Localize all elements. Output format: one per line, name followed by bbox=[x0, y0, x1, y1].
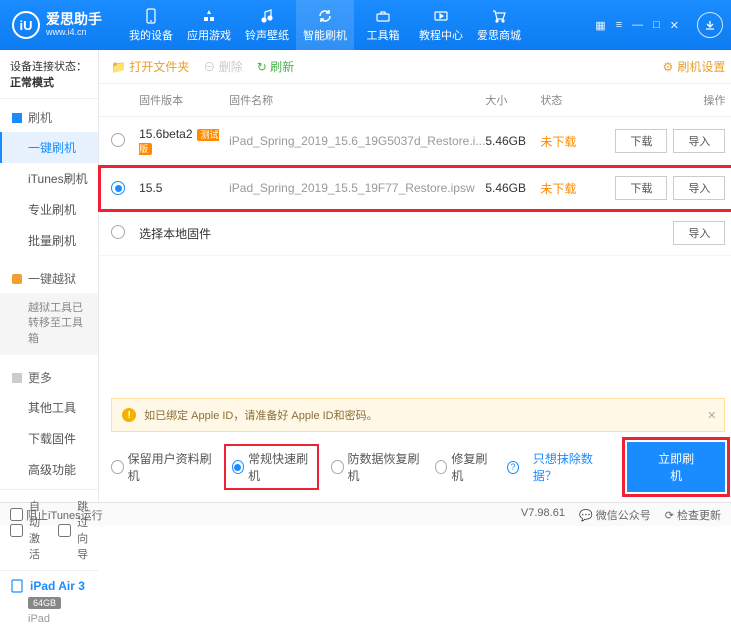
block-itunes-checkbox[interactable] bbox=[10, 508, 23, 521]
status-bar: 阻止iTunes运行 V7.98.61 💬 微信公众号 ⟳ 检查更新 bbox=[0, 502, 731, 526]
radio-icon bbox=[111, 460, 124, 474]
appleid-warning: ! 如已绑定 Apple ID，请准备好 Apple ID和密码。 ✕ bbox=[111, 398, 725, 432]
main-panel: 📁 打开文件夹 ⊖ 删除 ↻ 刷新 ⚙ 刷机设置 固件版本 固件名称 大小 状态… bbox=[99, 50, 731, 502]
nav-toolbox[interactable]: 工具箱 bbox=[354, 0, 412, 50]
import-button[interactable]: 导入 bbox=[673, 176, 725, 200]
table-row[interactable]: 15.6beta2测试版 iPad_Spring_2019_15.6_19G50… bbox=[99, 117, 731, 166]
app-url: www.i4.cn bbox=[46, 28, 102, 38]
opt-anti-recovery[interactable]: 防数据恢复刷机 bbox=[331, 450, 421, 484]
sidebar-item-download-fw[interactable]: 下载固件 bbox=[0, 423, 98, 454]
opt-normal-fast[interactable]: 常规快速刷机 bbox=[226, 446, 317, 488]
nav-my-device[interactable]: 我的设备 bbox=[122, 0, 180, 50]
device-name[interactable]: iPad Air 3 bbox=[30, 579, 85, 593]
info-icon[interactable]: ? bbox=[507, 461, 519, 474]
import-button[interactable]: 导入 bbox=[673, 129, 725, 153]
app-name: 爱思助手 bbox=[46, 12, 102, 27]
sidebar-item-itunes-flash[interactable]: iTunes刷机 bbox=[0, 163, 98, 194]
table-row[interactable]: 15.5 iPad_Spring_2019_15.5_19F77_Restore… bbox=[99, 166, 731, 211]
nav-ringtones[interactable]: 铃声壁纸 bbox=[238, 0, 296, 50]
row-radio[interactable] bbox=[111, 133, 125, 147]
row-radio[interactable] bbox=[111, 225, 125, 239]
nav-apps[interactable]: 应用游戏 bbox=[180, 0, 238, 50]
video-icon bbox=[432, 7, 450, 25]
close-warning-icon[interactable]: ✕ bbox=[707, 409, 716, 422]
minimize-icon[interactable]: — bbox=[632, 19, 643, 31]
sidebar-item-pro-flash[interactable]: 专业刷机 bbox=[0, 194, 98, 225]
download-indicator-icon[interactable] bbox=[697, 12, 723, 38]
flash-options: 保留用户资料刷机 常规快速刷机 防数据恢复刷机 修复刷机 ? 只想抹除数据？ 立… bbox=[99, 432, 731, 502]
radio-icon bbox=[435, 460, 447, 474]
row-radio[interactable] bbox=[111, 181, 125, 195]
sidebar-group-more[interactable]: 更多 bbox=[0, 363, 98, 392]
window-controls: ▦ ≡ — □ ✕ bbox=[595, 12, 723, 38]
nav-tutorials[interactable]: 教程中心 bbox=[412, 0, 470, 50]
device-type: iPad bbox=[10, 611, 88, 627]
nav-store[interactable]: 爱思商城 bbox=[470, 0, 528, 50]
logo-icon: iU bbox=[12, 11, 40, 39]
cart-icon bbox=[490, 7, 508, 25]
flash-now-button[interactable]: 立即刷机 bbox=[627, 442, 725, 492]
wechat-link[interactable]: 💬 微信公众号 bbox=[579, 507, 651, 523]
opt-repair[interactable]: 修复刷机 bbox=[435, 450, 493, 484]
nav-flash[interactable]: 智能刷机 bbox=[296, 0, 354, 50]
import-button[interactable]: 导入 bbox=[673, 221, 725, 245]
storage-chip: 64GB bbox=[28, 597, 61, 609]
version-label: V7.98.61 bbox=[521, 507, 565, 523]
erase-only-link[interactable]: 只想抹除数据？ bbox=[533, 450, 607, 484]
flash-settings-button[interactable]: ⚙ 刷机设置 bbox=[663, 58, 726, 75]
top-nav: 我的设备 应用游戏 铃声壁纸 智能刷机 工具箱 教程中心 爱思商城 bbox=[122, 0, 528, 50]
refresh-icon bbox=[316, 7, 334, 25]
maximize-icon[interactable]: □ bbox=[653, 19, 660, 31]
jailbreak-moved-note: 越狱工具已转移至工具箱 bbox=[0, 293, 98, 355]
square-icon bbox=[12, 373, 22, 383]
menu-icon[interactable]: ▦ bbox=[595, 19, 605, 32]
download-button[interactable]: 下载 bbox=[615, 176, 667, 200]
toolbar: 📁 打开文件夹 ⊖ 删除 ↻ 刷新 ⚙ 刷机设置 bbox=[99, 50, 731, 84]
table-header: 固件版本 固件名称 大小 状态 操作 bbox=[99, 84, 731, 117]
close-icon[interactable]: ✕ bbox=[670, 19, 679, 32]
sidebar-item-other-tools[interactable]: 其他工具 bbox=[0, 392, 98, 423]
sidebar-item-advanced[interactable]: 高级功能 bbox=[0, 454, 98, 485]
radio-icon bbox=[232, 460, 244, 474]
table-row-local[interactable]: 选择本地固件 导入 bbox=[99, 211, 731, 256]
sidebar-group-jailbreak[interactable]: 一键越狱 bbox=[0, 264, 98, 293]
toolbox-icon bbox=[374, 7, 392, 25]
square-icon bbox=[12, 113, 22, 123]
open-folder-button[interactable]: 📁 打开文件夹 bbox=[111, 58, 189, 75]
download-button[interactable]: 下载 bbox=[615, 129, 667, 153]
sidebar: 设备连接状态：正常模式 刷机 一键刷机 iTunes刷机 专业刷机 批量刷机 一… bbox=[0, 50, 99, 502]
titlebar: iU 爱思助手 www.i4.cn 我的设备 应用游戏 铃声壁纸 智能刷机 工具… bbox=[0, 0, 731, 50]
warning-icon: ! bbox=[122, 408, 136, 422]
sidebar-item-oneclick-flash[interactable]: 一键刷机 bbox=[0, 132, 98, 163]
sidebar-item-batch-flash[interactable]: 批量刷机 bbox=[0, 225, 98, 256]
sidebar-group-flash[interactable]: 刷机 bbox=[0, 103, 98, 132]
refresh-button[interactable]: ↻ 刷新 bbox=[257, 58, 294, 75]
app-logo: iU 爱思助手 www.i4.cn bbox=[8, 11, 102, 39]
settings-icon-win[interactable]: ≡ bbox=[616, 19, 622, 31]
delete-button[interactable]: ⊖ 删除 bbox=[203, 58, 242, 75]
music-icon bbox=[258, 7, 276, 25]
lock-icon bbox=[12, 274, 22, 284]
connection-status: 设备连接状态：正常模式 bbox=[0, 50, 98, 99]
apps-icon bbox=[200, 7, 218, 25]
phone-icon bbox=[142, 7, 160, 25]
opt-keep-data[interactable]: 保留用户资料刷机 bbox=[111, 450, 212, 484]
radio-icon bbox=[331, 460, 344, 474]
tablet-icon bbox=[10, 579, 24, 593]
check-update-link[interactable]: ⟳ 检查更新 bbox=[665, 507, 721, 523]
